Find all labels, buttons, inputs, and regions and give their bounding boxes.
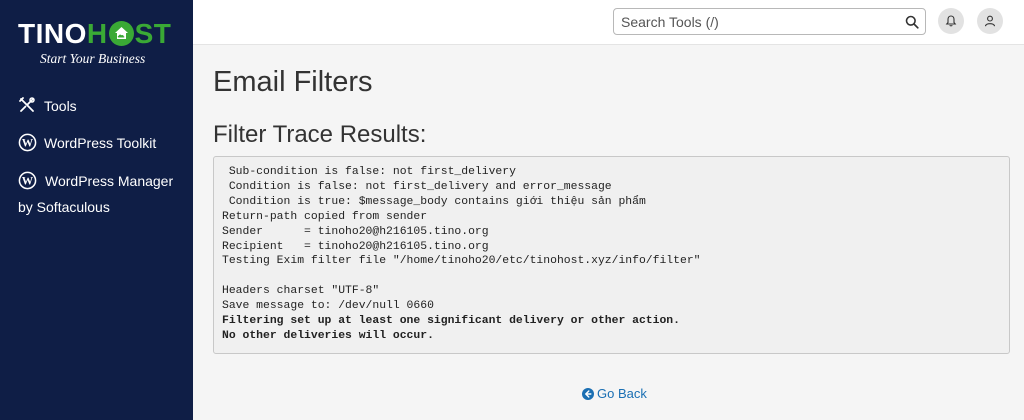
search-box xyxy=(613,8,926,35)
trace-line: Sub-condition is false: not first_delive… xyxy=(222,166,516,178)
search-input[interactable] xyxy=(614,9,894,34)
trace-line: No other deliveries will occur. xyxy=(222,329,434,342)
go-back-link[interactable]: Go Back xyxy=(582,386,647,401)
brand-slogan: Start Your Business xyxy=(40,51,146,66)
sidebar-item-sublabel: by Softaculous xyxy=(18,199,110,215)
trace-line: Condition is false: not first_delivery a… xyxy=(222,180,612,193)
house-cloud-icon xyxy=(108,21,134,46)
brand-name-h: H xyxy=(86,18,108,49)
filter-trace-output: Sub-condition is false: not first_delive… xyxy=(213,156,1010,354)
trace-line: Recipient = tinoho20@h216105.tino.org xyxy=(222,240,489,253)
svg-text:W: W xyxy=(22,137,34,149)
trace-line: Save message to: /dev/null 0660 xyxy=(222,300,434,313)
page-title: Email Filters xyxy=(213,66,373,98)
go-back-label: Go Back xyxy=(597,386,647,401)
sidebar-item-tools[interactable]: Tools xyxy=(0,96,77,116)
trace-line: Headers charset "UTF-8" xyxy=(222,285,380,298)
notifications-button[interactable] xyxy=(938,8,964,34)
trace-line xyxy=(222,269,1001,284)
trace-line: Filtering set up at least one significan… xyxy=(222,315,680,328)
top-bar xyxy=(193,0,1024,45)
brand-name-part2: ST xyxy=(134,18,172,49)
trace-line: Testing Exim filter file "/home/tinoho20… xyxy=(222,255,701,268)
sidebar-item-wordpress-manager[interactable]: W WordPress Manager by Softaculous xyxy=(0,171,175,217)
brand-name-part1: TINO xyxy=(18,18,87,49)
brand-logo[interactable]: TINOH ST Start Your Business xyxy=(18,19,178,67)
wordpress-icon: W xyxy=(18,133,38,153)
user-icon xyxy=(984,15,996,27)
sidebar-item-wordpress-toolkit[interactable]: W WordPress Toolkit xyxy=(0,133,156,153)
bell-icon xyxy=(945,15,957,27)
arrow-circle-left-icon xyxy=(582,388,594,400)
main-content: Email Filters Filter Trace Results: Sub-… xyxy=(193,46,1024,420)
sidebar: TINOH ST Start Your Business Tools W Word… xyxy=(0,0,193,420)
sidebar-item-label: WordPress Manager xyxy=(45,173,174,189)
search-icon[interactable] xyxy=(905,15,919,29)
trace-line: Sender = tinoho20@h216105.tino.org xyxy=(222,225,489,238)
svg-text:W: W xyxy=(22,175,34,187)
wordpress-icon: W xyxy=(18,171,38,191)
user-account-button[interactable] xyxy=(977,8,1003,34)
sidebar-item-label: WordPress Toolkit xyxy=(44,135,157,151)
trace-line: Return-path copied from sender xyxy=(222,210,428,223)
section-title: Filter Trace Results: xyxy=(213,121,427,148)
trace-line: Condition is true: $message_body contain… xyxy=(222,195,646,208)
tools-icon xyxy=(18,96,38,116)
